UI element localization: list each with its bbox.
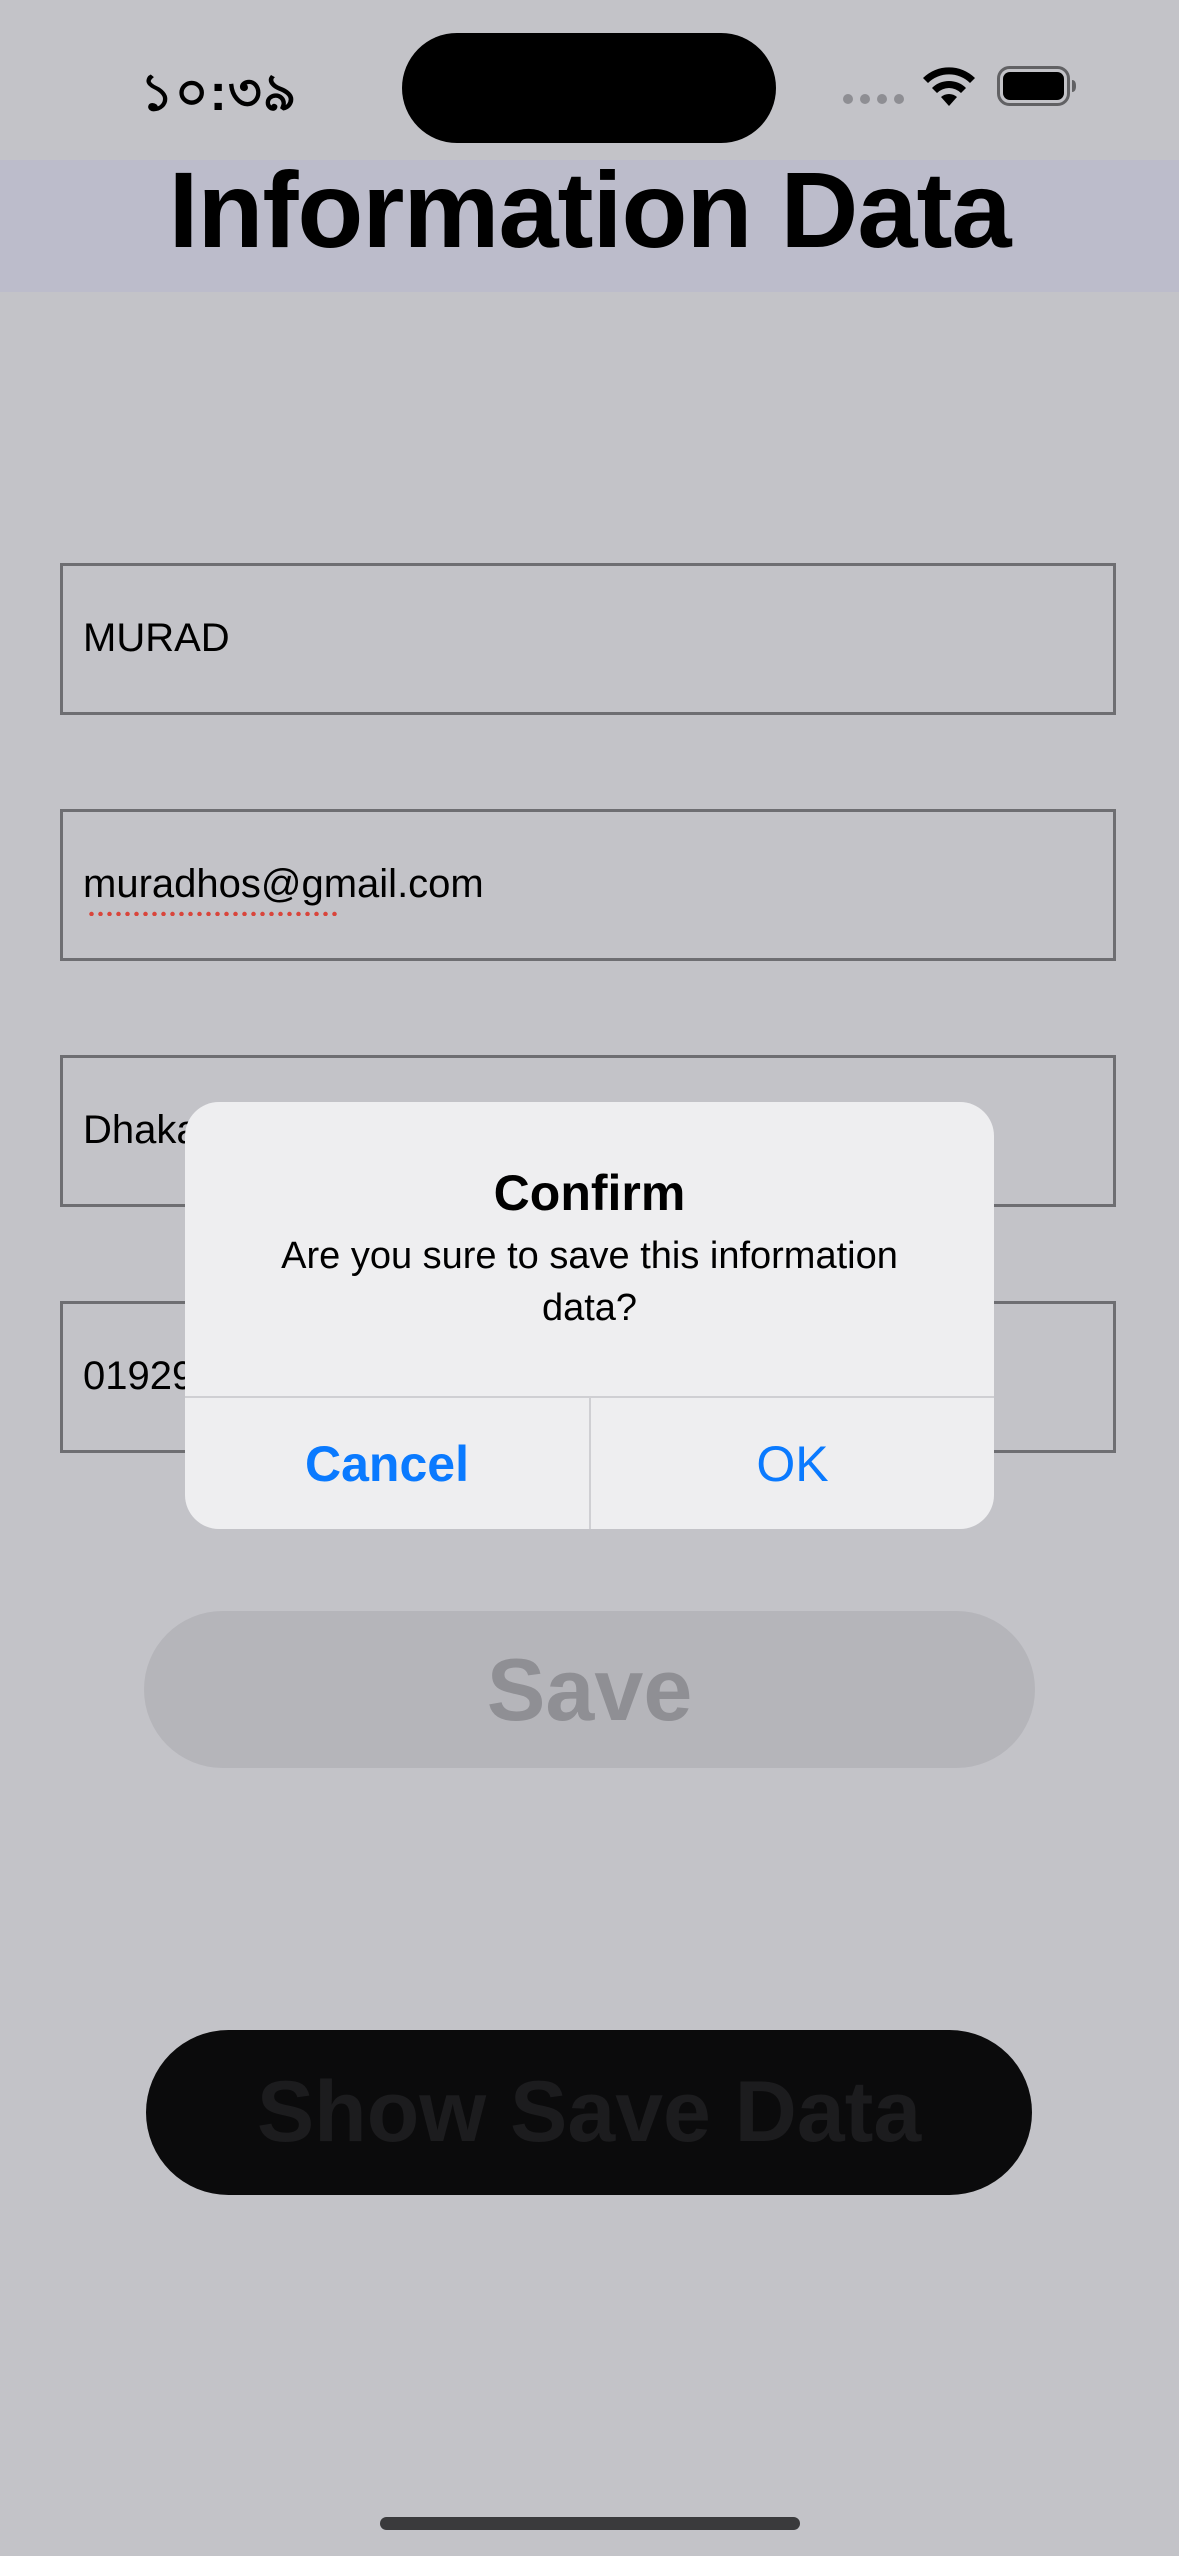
phone-field-value: 01929 — [83, 1354, 195, 1398]
show-save-data-button[interactable]: Show Save Data — [146, 2030, 1032, 2195]
save-button-label: Save — [486, 1639, 693, 1739]
name-field-value: MURAD — [83, 616, 230, 660]
confirm-alert: Confirm Are you sure to save this inform… — [185, 1102, 994, 1529]
cancel-button[interactable]: Cancel — [185, 1398, 589, 1529]
show-save-data-label: Show Save Data — [256, 2064, 922, 2160]
spellcheck-underline — [87, 911, 337, 916]
email-field-value: muradhos@gmail.com — [83, 862, 484, 906]
ok-button[interactable]: OK — [591, 1398, 994, 1529]
address-field-value: Dhaka — [83, 1108, 199, 1152]
status-time: ১০:৩৯ — [140, 64, 298, 122]
wifi-icon — [923, 67, 975, 106]
name-field[interactable]: MURAD — [60, 563, 1116, 715]
alert-message: Are you sure to save this information da… — [281, 1235, 898, 1329]
battery-icon — [997, 66, 1076, 106]
save-button[interactable]: Save — [144, 1611, 1035, 1768]
alert-title: Confirm — [493, 1165, 686, 1221]
email-field[interactable]: muradhos@gmail.com — [60, 809, 1116, 961]
dynamic-island — [402, 33, 776, 143]
signal-dots-icon — [843, 94, 905, 104]
home-indicator[interactable] — [380, 2517, 800, 2530]
page-title: Information Data — [168, 149, 1011, 270]
